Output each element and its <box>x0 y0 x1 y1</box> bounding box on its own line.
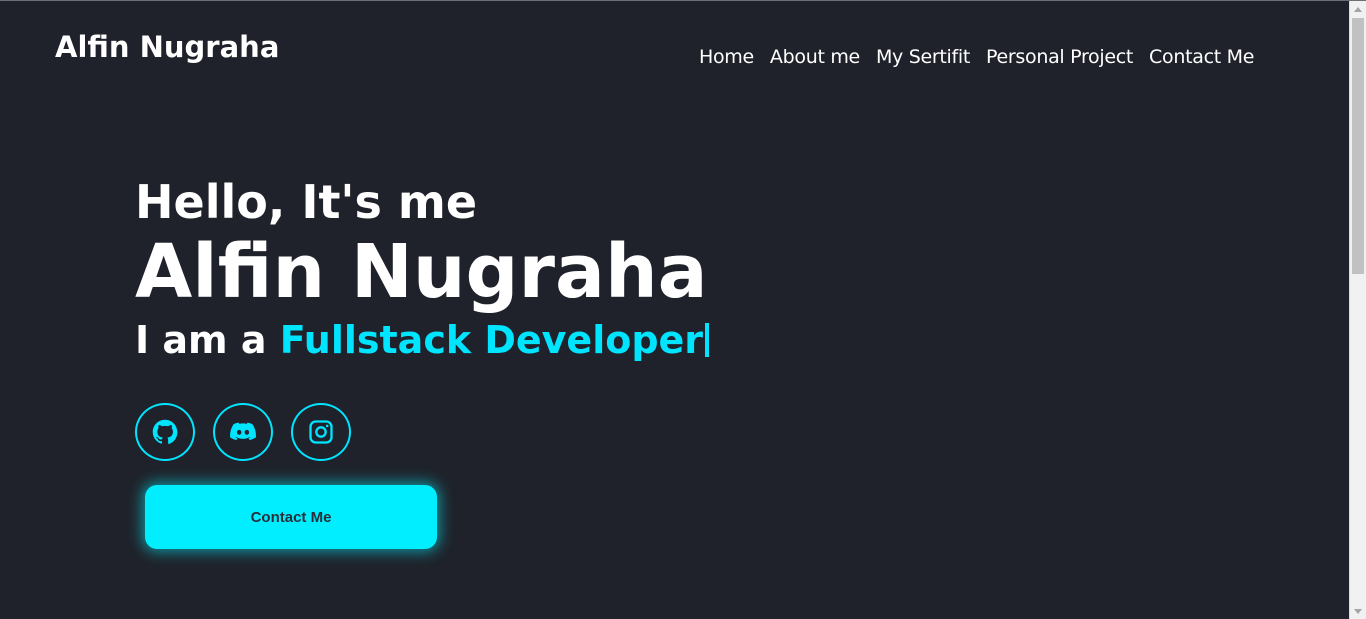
site-logo[interactable]: Alfin Nugraha <box>55 30 279 64</box>
role-prefix: I am a <box>135 318 280 362</box>
nav-my-sertifit[interactable]: My Sertifit <box>876 46 970 68</box>
instagram-icon <box>309 420 333 444</box>
discord-link[interactable] <box>213 403 273 461</box>
typing-cursor <box>705 323 710 357</box>
scroll-up-arrow-icon[interactable] <box>1350 1 1366 18</box>
hero-name: Alfin Nugraha <box>135 229 708 315</box>
nav-about-me[interactable]: About me <box>770 46 860 68</box>
scroll-down-arrow-icon[interactable] <box>1350 603 1366 619</box>
contact-me-label: Contact Me <box>250 508 332 526</box>
main-nav: Home About me My Sertifit Personal Proje… <box>699 46 1254 68</box>
hero-role: I am a Fullstack Developer <box>135 318 710 362</box>
page: Alfin Nugraha Home About me My Sertifit … <box>0 0 1366 619</box>
instagram-link[interactable] <box>291 403 351 461</box>
nav-home[interactable]: Home <box>699 46 754 68</box>
scrollbar-thumb[interactable] <box>1352 18 1364 274</box>
role-highlight: Fullstack Developer <box>279 318 704 362</box>
nav-contact-me[interactable]: Contact Me <box>1149 46 1254 68</box>
hero-greeting: Hello, It's me <box>135 175 478 229</box>
contact-me-button[interactable]: Contact Me <box>145 485 437 549</box>
vertical-scrollbar[interactable] <box>1349 1 1366 619</box>
nav-personal-project[interactable]: Personal Project <box>986 46 1133 68</box>
social-links <box>135 403 369 461</box>
hero-section: Hello, It's me Alfin Nugraha I am a Full… <box>135 171 710 362</box>
github-icon <box>152 419 178 445</box>
discord-icon <box>230 422 256 441</box>
github-link[interactable] <box>135 403 195 461</box>
